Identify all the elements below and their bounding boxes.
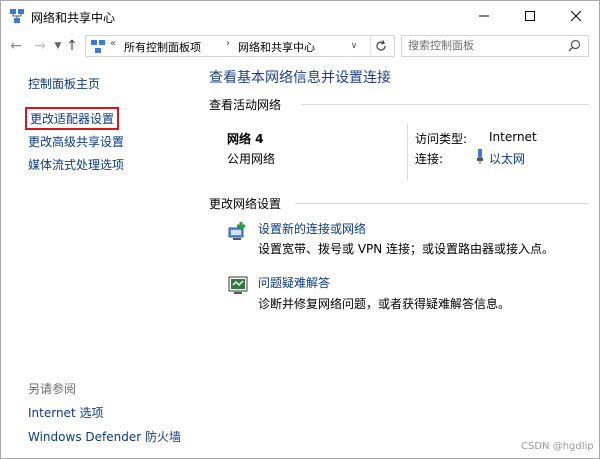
network-name: 网络 4: [227, 132, 264, 146]
control-panel-home-link[interactable]: 控制面板主页: [28, 75, 100, 92]
chevron-down-icon: ∨: [350, 41, 358, 51]
arrow-left-icon: ←: [10, 38, 22, 54]
change-settings-heading: 更改网络设置: [209, 197, 282, 211]
window-title: 网络和共享中心: [31, 11, 116, 25]
access-type-label: 访问类型:: [415, 132, 468, 146]
breadcrumb-network-center[interactable]: 网络和共享中心: [238, 39, 315, 55]
network-center-icon: [10, 9, 24, 23]
see-also-heading: 另请参阅: [28, 382, 77, 396]
left-pane: 控制面板主页 更改适配器设置 更改高级共享设置 媒体流式处理选项 另请参阅 In…: [1, 62, 191, 458]
refresh-button[interactable]: [370, 37, 391, 55]
watermark: CSDN @hgdlip: [521, 441, 594, 452]
internet-options-link[interactable]: Internet 选项: [28, 404, 103, 421]
page-title: 查看基本网络信息并设置连接: [209, 70, 391, 86]
maximize-icon: [525, 11, 535, 21]
troubleshoot-icon: [228, 276, 248, 294]
setup-new-connection-description: 设置宽带、拨号或 VPN 连接；或设置路由器或接入点。: [258, 242, 555, 256]
chevron-down-icon: ▼: [54, 41, 62, 51]
breadcrumb-separator[interactable]: ›: [226, 38, 230, 49]
divider: [301, 104, 589, 105]
control-panel-icon: [91, 40, 105, 53]
troubleshoot-problems-link[interactable]: 问题疑难解答: [258, 274, 330, 291]
window: 网络和共享中心 ← → ▼ ↑ « 所有控制面板项 › 网络和共享中心 ∨ 搜索…: [0, 0, 600, 459]
title-bar[interactable]: 网络和共享中心: [1, 1, 599, 31]
minimize-button[interactable]: [461, 1, 507, 31]
forward-button[interactable]: →: [31, 37, 49, 55]
divider: [407, 124, 408, 180]
maximize-button[interactable]: [507, 1, 553, 31]
change-adapter-settings-link[interactable]: 更改适配器设置: [25, 107, 120, 130]
arrow-up-icon: ↑: [66, 38, 78, 54]
minimize-icon: [479, 15, 489, 17]
media-streaming-options-link[interactable]: 媒体流式处理选项: [28, 156, 124, 173]
refresh-icon: [376, 40, 386, 51]
new-connection-icon: [228, 222, 245, 240]
close-icon: [570, 10, 582, 22]
windows-defender-firewall-link[interactable]: Windows Defender 防火墙: [28, 428, 181, 445]
main-pane: 查看基本网络信息并设置连接 查看活动网络 网络 4 公用网络 访问类型: Int…: [191, 62, 599, 458]
troubleshoot-problems-description: 诊断并修复网络问题，或者获得疑难解答信息。: [258, 297, 511, 311]
search-input[interactable]: [408, 38, 558, 53]
divider: [295, 203, 589, 204]
change-advanced-sharing-link[interactable]: 更改高级共享设置: [28, 133, 124, 150]
breadcrumb-all-items[interactable]: 所有控制面板项: [124, 39, 201, 55]
address-dropdown-button[interactable]: ∨: [346, 38, 362, 54]
access-type-value: Internet: [489, 130, 537, 144]
arrow-right-icon: →: [34, 38, 46, 54]
setup-new-connection-link[interactable]: 设置新的连接或网络: [258, 220, 366, 237]
back-button[interactable]: ←: [7, 37, 25, 55]
navigation-bar: ← → ▼ ↑ « 所有控制面板项 › 网络和共享中心 ∨: [1, 31, 599, 61]
active-networks-heading: 查看活动网络: [209, 98, 282, 112]
search-box[interactable]: [401, 35, 589, 57]
breadcrumb-overflow[interactable]: «: [110, 38, 116, 49]
network-type: 公用网络: [227, 152, 276, 166]
address-bar[interactable]: « 所有控制面板项 › 网络和共享中心 ∨: [85, 35, 395, 57]
close-button[interactable]: [553, 1, 599, 31]
ethernet-connection-link[interactable]: 以太网: [489, 150, 525, 167]
up-button[interactable]: ↑: [63, 37, 81, 55]
ethernet-icon: [477, 149, 483, 164]
search-icon: [568, 39, 581, 52]
connection-label: 连接:: [415, 152, 444, 166]
